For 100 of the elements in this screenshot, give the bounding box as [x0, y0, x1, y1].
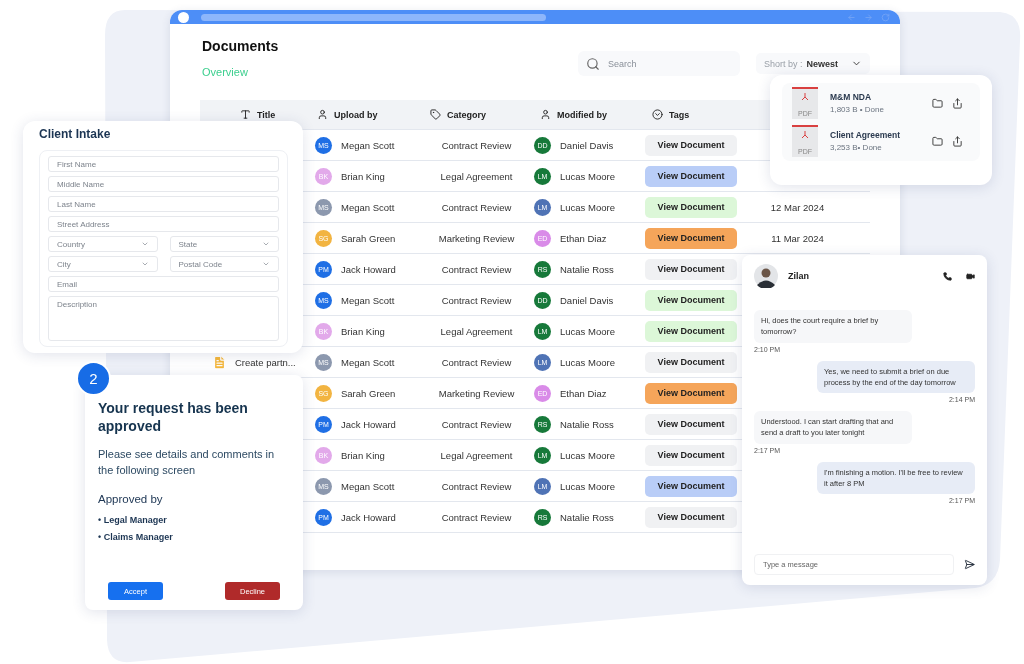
user-icon	[317, 109, 328, 120]
modifier-name: Lucas Moore	[560, 201, 615, 213]
modifier-name: Natalie Ross	[560, 418, 614, 430]
modifier-name: Lucas Moore	[560, 325, 615, 337]
file-meta: 1,803 B • Done	[830, 105, 885, 114]
folder-icon[interactable]	[932, 97, 943, 109]
chevron-down-icon	[140, 240, 149, 248]
user-icon	[540, 109, 551, 120]
modifier-name: Lucas Moore	[560, 170, 615, 182]
category-text: Legal Agreement	[440, 325, 513, 337]
sort-value: Newest	[806, 58, 839, 69]
chevron-down-icon	[262, 240, 270, 248]
uploader-name: Megan Scott	[341, 294, 395, 306]
search-icon	[586, 56, 600, 71]
input-field[interactable]: Street Address	[48, 216, 279, 232]
textarea-field[interactable]: Description	[48, 296, 279, 341]
view-document-button[interactable]: View Document	[645, 134, 737, 156]
view-document-button[interactable]: View Document	[645, 258, 737, 280]
select-field[interactable]: Country	[48, 236, 158, 252]
uploader-name: Sarah Green	[341, 387, 396, 399]
contact-name: Zilan	[788, 271, 809, 281]
uploader-name: Megan Scott	[341, 201, 395, 213]
view-document-button[interactable]: View Document	[645, 444, 737, 466]
column-header: Upload by	[334, 109, 378, 120]
uploader-name: Jack Howard	[341, 511, 396, 523]
document-title[interactable]: Create partn...	[235, 356, 296, 368]
category-text: Contract Review	[441, 139, 512, 151]
modifier-name: Daniel Davis	[560, 294, 614, 306]
uploader-name: Brian King	[341, 170, 385, 182]
modifier-name: Lucas Moore	[560, 480, 615, 492]
uploader-name: Jack Howard	[341, 418, 396, 430]
share-icon[interactable]	[952, 97, 963, 109]
input-field[interactable]: Middle Name	[48, 176, 279, 192]
category-text: Contract Review	[441, 418, 512, 430]
input-field[interactable]: Last Name	[48, 196, 279, 212]
send-icon[interactable]	[964, 559, 975, 570]
view-document-button[interactable]: View Document	[645, 320, 737, 342]
page-title: Documents	[202, 38, 279, 54]
document-icon	[212, 354, 227, 370]
uploader-name: Sarah Green	[341, 232, 396, 244]
view-document-button[interactable]: View Document	[645, 413, 737, 435]
view-document-button[interactable]: View Document	[645, 475, 737, 497]
category-text: Contract Review	[441, 201, 512, 213]
modifier-name: Lucas Moore	[560, 449, 615, 461]
view-document-button[interactable]: View Document	[645, 382, 737, 404]
modifier-name: Ethan Diaz	[560, 387, 607, 399]
category-text: Contract Review	[441, 294, 512, 306]
view-document-button[interactable]: View Document	[645, 227, 737, 249]
modifier-name: Natalie Ross	[560, 511, 614, 523]
column-header: Modified by	[557, 109, 607, 120]
video-icon[interactable]	[966, 271, 975, 281]
sort-label: Short by :	[764, 58, 803, 69]
view-document-button[interactable]: View Document	[645, 196, 737, 218]
search-placeholder: Search	[608, 58, 637, 69]
column-header: Title	[257, 109, 276, 120]
file-name: M&M NDA	[830, 92, 873, 102]
approval-message: Please see details and comments in the following screen	[98, 447, 276, 479]
tag-icon	[430, 109, 441, 120]
view-document-button[interactable]: View Document	[645, 165, 737, 187]
approver-item: • Legal Manager	[98, 515, 168, 526]
uploader-name: Megan Scott	[341, 139, 395, 151]
phone-icon[interactable]	[943, 271, 952, 281]
view-document-button[interactable]: View Document	[645, 289, 737, 311]
modifier-name: Ethan Diaz	[560, 232, 607, 244]
select-field[interactable]: State	[169, 236, 279, 252]
modifier-name: Natalie Ross	[560, 263, 614, 275]
category-text: Legal Agreement	[440, 170, 513, 182]
column-header: Category	[447, 109, 486, 120]
category-text: Contract Review	[441, 356, 512, 368]
select-field[interactable]: City	[48, 256, 158, 272]
view-document-button[interactable]: View Document	[645, 351, 737, 373]
category-text: Marketing Review	[438, 387, 515, 399]
card-title: Client Intake	[39, 127, 112, 141]
uploader-name: Megan Scott	[341, 356, 395, 368]
category-text: Legal Agreement	[440, 449, 513, 461]
share-icon[interactable]	[952, 135, 963, 147]
step-badge: 2	[76, 361, 111, 396]
input-field[interactable]: First Name	[48, 156, 279, 172]
dropdown-icon	[652, 109, 663, 120]
chevron-down-icon	[140, 260, 149, 268]
column-header: Tags	[669, 109, 690, 120]
uploader-name: Brian King	[341, 325, 385, 337]
uploader-name: Megan Scott	[341, 480, 395, 492]
approver-item: • Claims Manager	[98, 532, 174, 543]
modifier-name: Lucas Moore	[560, 356, 615, 368]
view-document-button[interactable]: View Document	[645, 506, 737, 528]
date-text: 11 Mar 2024	[771, 232, 824, 244]
modifier-name: Daniel Davis	[560, 139, 614, 151]
category-text: Contract Review	[441, 480, 512, 492]
sort-dropdown[interactable]: Short by : Newest	[756, 53, 870, 74]
approved-by-label: Approved by	[98, 493, 164, 506]
text-icon	[240, 109, 251, 120]
category-text: Contract Review	[441, 263, 512, 275]
select-field[interactable]: Postal Code	[169, 256, 279, 272]
folder-icon[interactable]	[932, 135, 943, 147]
category-text: Contract Review	[441, 511, 512, 523]
input-field[interactable]: Email	[48, 276, 279, 292]
avatar-icon	[754, 264, 778, 288]
approval-title: Your request has been approved	[98, 399, 249, 436]
file-name: Client Agreement	[830, 130, 902, 140]
